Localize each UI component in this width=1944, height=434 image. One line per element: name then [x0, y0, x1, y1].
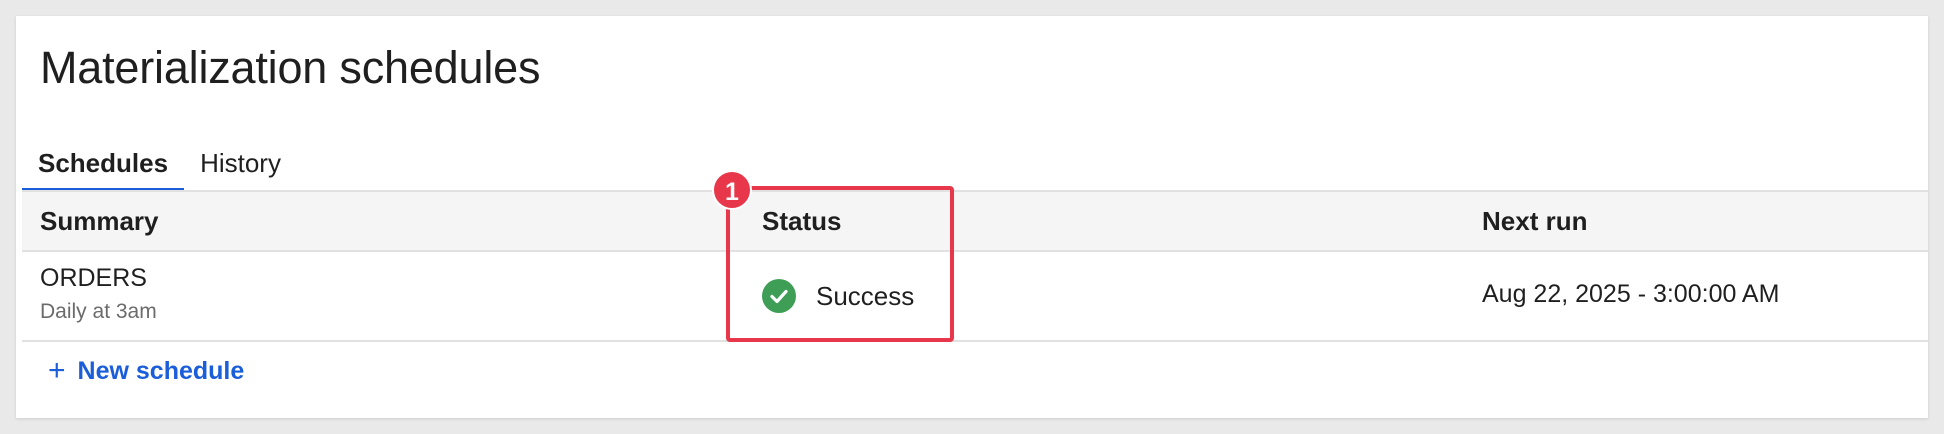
- page-title: Materialization schedules: [40, 42, 540, 94]
- tab-history[interactable]: History: [184, 136, 297, 190]
- new-schedule-button[interactable]: + New schedule: [48, 356, 244, 386]
- plus-icon: +: [48, 356, 66, 386]
- annotation-highlight-box: [726, 186, 954, 342]
- column-header-next-run[interactable]: Next run: [1482, 192, 1587, 250]
- annotation-callout-badge: 1: [712, 170, 752, 210]
- next-run-value: Aug 22, 2025 - 3:00:00 AM: [1482, 280, 1779, 309]
- table-header: Summary Status Next run: [22, 190, 1928, 252]
- tab-bar: Schedules History: [22, 136, 297, 190]
- schedules-panel: Materialization schedules Schedules Hist…: [16, 16, 1928, 418]
- tab-schedules[interactable]: Schedules: [22, 136, 184, 190]
- column-header-summary[interactable]: Summary: [40, 192, 159, 250]
- schedule-frequency: Daily at 3am: [40, 300, 157, 324]
- schedules-table: Summary Status Next run ORDERS Daily at …: [22, 190, 1928, 342]
- schedule-name: ORDERS: [40, 264, 147, 293]
- table-row[interactable]: ORDERS Daily at 3am Success Aug 22, 2025…: [22, 252, 1928, 342]
- new-schedule-label: New schedule: [78, 357, 245, 386]
